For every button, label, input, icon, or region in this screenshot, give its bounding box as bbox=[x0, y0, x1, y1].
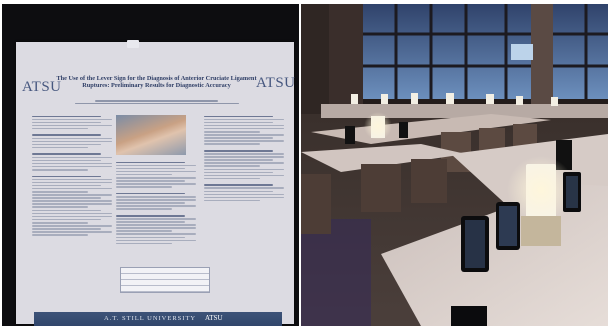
airport-lounge-photo bbox=[301, 4, 608, 326]
poster-column-left bbox=[32, 114, 112, 237]
departure-display bbox=[511, 44, 533, 60]
poster-column-right bbox=[204, 114, 284, 203]
poster-photo: ATSU ATSU The Use of the Lever Sign for … bbox=[2, 4, 299, 326]
poster-results-table bbox=[120, 267, 210, 293]
research-poster: ATSU ATSU The Use of the Lever Sign for … bbox=[16, 42, 296, 326]
poster-column-middle bbox=[116, 160, 196, 246]
poster-title: The Use of the Lever Sign for the Diagno… bbox=[56, 75, 257, 90]
carpet bbox=[301, 219, 371, 326]
poster-pin bbox=[127, 40, 139, 48]
poster-authors bbox=[54, 99, 259, 105]
terminal-windows bbox=[361, 4, 608, 99]
poster-footer-university: A.T. STILL UNIVERSITY bbox=[104, 315, 197, 322]
poster-knee-photo bbox=[116, 115, 186, 155]
lounge-scene bbox=[301, 4, 608, 326]
poster-logo-right: ATSU bbox=[256, 75, 296, 91]
poster-footer-logo: ATSU bbox=[205, 314, 223, 322]
